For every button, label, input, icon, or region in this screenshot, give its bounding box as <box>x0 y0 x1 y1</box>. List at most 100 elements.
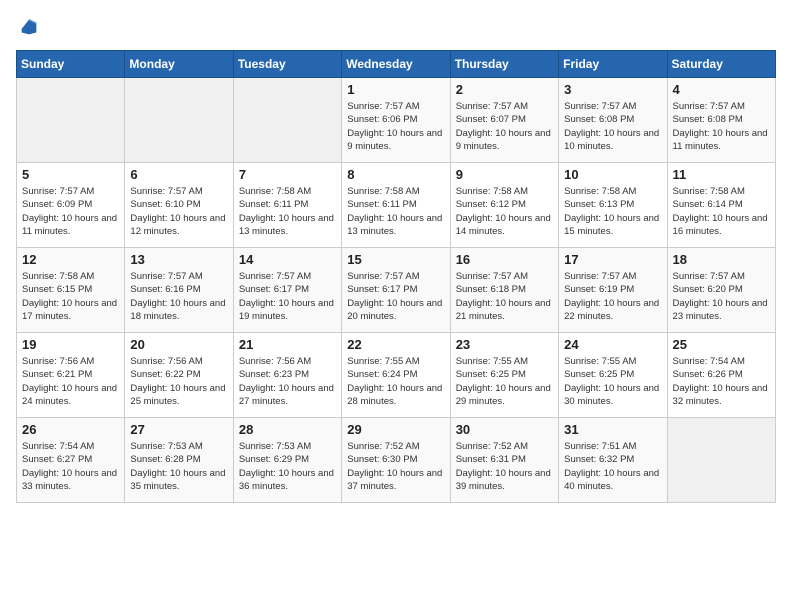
day-cell: 31 Sunrise: 7:51 AMSunset: 6:32 PMDayligh… <box>559 418 667 503</box>
day-number: 30 <box>456 422 553 437</box>
day-info: Sunrise: 7:56 AMSunset: 6:22 PMDaylight:… <box>130 355 227 408</box>
day-cell: 20Sunrise: 7:56 AMSunset: 6:22 PMDayligh… <box>125 333 233 418</box>
day-cell: 22 Sunrise: 7:55 AMSunset: 6:24 PMDayligh… <box>342 333 450 418</box>
day-info: Sunrise: 7:58 AMSunset: 6:14 PMDaylight:… <box>673 185 770 238</box>
page-header <box>16 16 776 38</box>
day-cell: 2Sunrise: 7:57 AMSunset: 6:07 PMDaylight… <box>450 78 558 163</box>
weekday-header-thursday: Thursday <box>450 51 558 78</box>
day-number: 14 <box>239 252 336 267</box>
weekday-header-wednesday: Wednesday <box>342 51 450 78</box>
day-cell: 12 Sunrise: 7:58 AMSunset: 6:15 PMDayligh… <box>17 248 125 333</box>
day-cell: 8 Sunrise: 7:58 AMSunset: 6:11 PMDaylight… <box>342 163 450 248</box>
day-number: 21 <box>239 337 336 352</box>
day-cell <box>667 418 775 503</box>
day-number: 17 <box>564 252 661 267</box>
day-info: Sunrise: 7:57 AMSunset: 6:08 PMDaylight:… <box>673 100 770 153</box>
day-cell: 24 Sunrise: 7:55 AMSunset: 6:25 PMDayligh… <box>559 333 667 418</box>
day-info: Sunrise: 7:57 AMSunset: 6:06 PMDaylight:… <box>347 100 444 153</box>
week-row-5: 26Sunrise: 7:54 AMSunset: 6:27 PMDayligh… <box>17 418 776 503</box>
day-number: 1 <box>347 82 444 97</box>
day-cell: 17 Sunrise: 7:57 AMSunset: 6:19 PMDayligh… <box>559 248 667 333</box>
day-info: Sunrise: 7:58 AMSunset: 6:11 PMDaylight:… <box>239 185 336 238</box>
day-info: Sunrise: 7:51 AMSunset: 6:32 PMDaylight:… <box>564 440 661 493</box>
day-cell: 4 Sunrise: 7:57 AMSunset: 6:08 PMDaylight… <box>667 78 775 163</box>
day-info: Sunrise: 7:55 AMSunset: 6:24 PMDaylight:… <box>347 355 444 408</box>
day-info: Sunrise: 7:54 AMSunset: 6:27 PMDaylight:… <box>22 440 119 493</box>
day-cell <box>17 78 125 163</box>
day-number: 16 <box>456 252 553 267</box>
day-number: 19 <box>22 337 119 352</box>
day-info: Sunrise: 7:55 AMSunset: 6:25 PMDaylight:… <box>456 355 553 408</box>
day-info: Sunrise: 7:58 AMSunset: 6:11 PMDaylight:… <box>347 185 444 238</box>
weekday-header-saturday: Saturday <box>667 51 775 78</box>
weekday-header-row: SundayMondayTuesdayWednesdayThursdayFrid… <box>17 51 776 78</box>
weekday-header-friday: Friday <box>559 51 667 78</box>
day-cell: 14 Sunrise: 7:57 AMSunset: 6:17 PMDayligh… <box>233 248 341 333</box>
day-info: Sunrise: 7:52 AMSunset: 6:31 PMDaylight:… <box>456 440 553 493</box>
day-info: Sunrise: 7:53 AMSunset: 6:29 PMDaylight:… <box>239 440 336 493</box>
day-number: 28 <box>239 422 336 437</box>
day-cell: 5 Sunrise: 7:57 AMSunset: 6:09 PMDaylight… <box>17 163 125 248</box>
day-cell: 23 Sunrise: 7:55 AMSunset: 6:25 PMDayligh… <box>450 333 558 418</box>
week-row-4: 19 Sunrise: 7:56 AMSunset: 6:21 PMDayligh… <box>17 333 776 418</box>
day-cell: 15Sunrise: 7:57 AMSunset: 6:17 PMDayligh… <box>342 248 450 333</box>
day-cell: 7 Sunrise: 7:58 AMSunset: 6:11 PMDaylight… <box>233 163 341 248</box>
day-cell: 28 Sunrise: 7:53 AMSunset: 6:29 PMDayligh… <box>233 418 341 503</box>
day-number: 18 <box>673 252 770 267</box>
day-info: Sunrise: 7:56 AMSunset: 6:23 PMDaylight:… <box>239 355 336 408</box>
week-row-1: 1 Sunrise: 7:57 AMSunset: 6:06 PMDaylight… <box>17 78 776 163</box>
day-info: Sunrise: 7:57 AMSunset: 6:20 PMDaylight:… <box>673 270 770 323</box>
day-cell: 25 Sunrise: 7:54 AMSunset: 6:26 PMDayligh… <box>667 333 775 418</box>
day-number: 6 <box>130 167 227 182</box>
day-number: 12 <box>22 252 119 267</box>
day-number: 8 <box>347 167 444 182</box>
logo <box>16 16 40 38</box>
day-info: Sunrise: 7:57 AMSunset: 6:19 PMDaylight:… <box>564 270 661 323</box>
day-number: 27 <box>130 422 227 437</box>
day-cell: 27 Sunrise: 7:53 AMSunset: 6:28 PMDayligh… <box>125 418 233 503</box>
day-number: 25 <box>673 337 770 352</box>
weekday-header-sunday: Sunday <box>17 51 125 78</box>
day-number: 4 <box>673 82 770 97</box>
weekday-header-monday: Monday <box>125 51 233 78</box>
day-number: 5 <box>22 167 119 182</box>
day-number: 11 <box>673 167 770 182</box>
day-cell: 1 Sunrise: 7:57 AMSunset: 6:06 PMDaylight… <box>342 78 450 163</box>
day-number: 15 <box>347 252 444 267</box>
day-info: Sunrise: 7:57 AMSunset: 6:09 PMDaylight:… <box>22 185 119 238</box>
day-cell: 29Sunrise: 7:52 AMSunset: 6:30 PMDayligh… <box>342 418 450 503</box>
day-cell: 10Sunrise: 7:58 AMSunset: 6:13 PMDayligh… <box>559 163 667 248</box>
day-cell: 11 Sunrise: 7:58 AMSunset: 6:14 PMDayligh… <box>667 163 775 248</box>
day-info: Sunrise: 7:53 AMSunset: 6:28 PMDaylight:… <box>130 440 227 493</box>
day-number: 31 <box>564 422 661 437</box>
day-number: 29 <box>347 422 444 437</box>
week-row-3: 12 Sunrise: 7:58 AMSunset: 6:15 PMDayligh… <box>17 248 776 333</box>
day-cell: 21 Sunrise: 7:56 AMSunset: 6:23 PMDayligh… <box>233 333 341 418</box>
day-cell: 13 Sunrise: 7:57 AMSunset: 6:16 PMDayligh… <box>125 248 233 333</box>
day-info: Sunrise: 7:56 AMSunset: 6:21 PMDaylight:… <box>22 355 119 408</box>
day-cell: 3 Sunrise: 7:57 AMSunset: 6:08 PMDaylight… <box>559 78 667 163</box>
day-info: Sunrise: 7:57 AMSunset: 6:17 PMDaylight:… <box>239 270 336 323</box>
day-info: Sunrise: 7:58 AMSunset: 6:12 PMDaylight:… <box>456 185 553 238</box>
day-cell <box>233 78 341 163</box>
day-info: Sunrise: 7:57 AMSunset: 6:16 PMDaylight:… <box>130 270 227 323</box>
day-number: 23 <box>456 337 553 352</box>
weekday-header-tuesday: Tuesday <box>233 51 341 78</box>
day-cell: 19 Sunrise: 7:56 AMSunset: 6:21 PMDayligh… <box>17 333 125 418</box>
day-number: 3 <box>564 82 661 97</box>
day-info: Sunrise: 7:57 AMSunset: 6:10 PMDaylight:… <box>130 185 227 238</box>
day-cell: 9 Sunrise: 7:58 AMSunset: 6:12 PMDaylight… <box>450 163 558 248</box>
week-row-2: 5 Sunrise: 7:57 AMSunset: 6:09 PMDaylight… <box>17 163 776 248</box>
day-number: 7 <box>239 167 336 182</box>
day-number: 13 <box>130 252 227 267</box>
day-cell <box>125 78 233 163</box>
day-info: Sunrise: 7:57 AMSunset: 6:08 PMDaylight:… <box>564 100 661 153</box>
day-info: Sunrise: 7:54 AMSunset: 6:26 PMDaylight:… <box>673 355 770 408</box>
calendar-table: SundayMondayTuesdayWednesdayThursdayFrid… <box>16 50 776 503</box>
day-info: Sunrise: 7:57 AMSunset: 6:07 PMDaylight:… <box>456 100 553 153</box>
day-number: 24 <box>564 337 661 352</box>
day-info: Sunrise: 7:55 AMSunset: 6:25 PMDaylight:… <box>564 355 661 408</box>
day-info: Sunrise: 7:58 AMSunset: 6:15 PMDaylight:… <box>22 270 119 323</box>
day-number: 9 <box>456 167 553 182</box>
day-number: 22 <box>347 337 444 352</box>
